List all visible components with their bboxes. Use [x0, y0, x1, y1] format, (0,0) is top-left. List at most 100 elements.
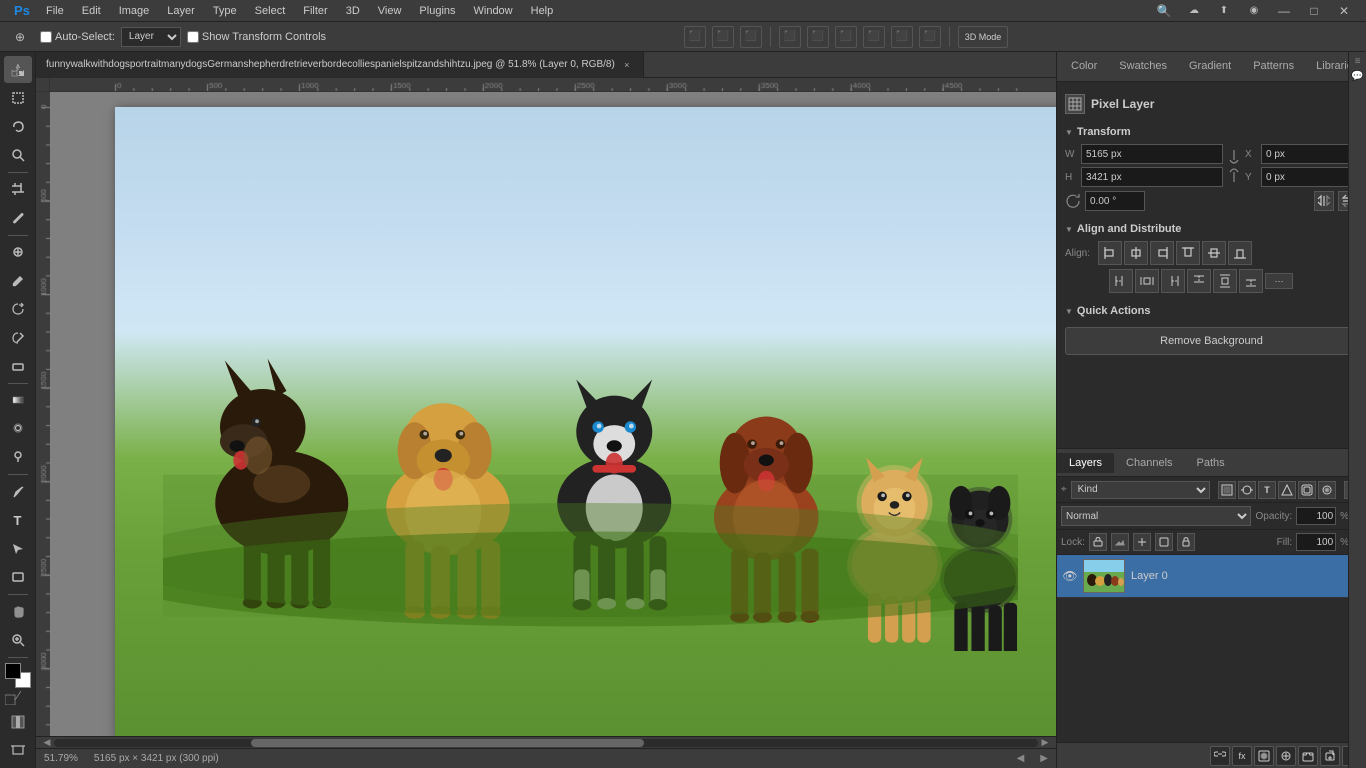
align-bottom-btn[interactable]: ⬛ — [835, 26, 857, 48]
auto-select-select[interactable]: Layer Group — [121, 27, 181, 47]
screen-mode-btn[interactable] — [4, 737, 32, 764]
properties-icon[interactable]: ≡ — [1355, 56, 1361, 67]
eraser-tool[interactable] — [4, 352, 32, 379]
align-header[interactable]: ▼ Align and Distribute — [1065, 223, 1358, 235]
status-arrow-right[interactable]: ▶ — [1040, 753, 1048, 764]
link-layers-btn[interactable] — [1210, 746, 1230, 766]
menu-image[interactable]: Image — [111, 3, 158, 19]
color-swatches[interactable] — [5, 663, 31, 688]
new-fill-btn[interactable] — [1276, 746, 1296, 766]
paths-tab[interactable]: Paths — [1185, 453, 1237, 473]
layer-item[interactable]: 👁 — [1057, 555, 1366, 598]
status-arrow-left[interactable]: ◀ — [1017, 753, 1025, 764]
filter-shape-btn[interactable] — [1278, 481, 1296, 499]
quick-select-tool[interactable] — [4, 141, 32, 168]
kind-select[interactable]: Kind Name Effect Mode Attribute Color Sm… — [1071, 481, 1210, 499]
menu-filter[interactable]: Filter — [295, 3, 335, 19]
menu-window[interactable]: Window — [466, 3, 521, 19]
menu-edit[interactable]: Edit — [74, 3, 109, 19]
fill-input[interactable] — [1296, 533, 1336, 551]
document-tab[interactable]: funnywalkwithdogsportraitmanydogsGermans… — [36, 52, 644, 78]
filter-smart-btn[interactable] — [1298, 481, 1316, 499]
align-top-btn[interactable]: ⬛ — [779, 26, 801, 48]
blend-mode-select[interactable]: Normal Dissolve Multiply Screen Overlay — [1061, 506, 1251, 526]
flip-h-btn[interactable] — [1314, 191, 1334, 211]
crop-tool[interactable] — [4, 176, 32, 203]
menu-3d[interactable]: 3D — [338, 3, 368, 19]
show-transform-checkbox[interactable] — [187, 31, 199, 43]
comment-icon[interactable]: 💬 — [1351, 71, 1363, 82]
tab-gradient[interactable]: Gradient — [1179, 56, 1241, 78]
search-icon[interactable]: 🔍 — [1150, 0, 1178, 25]
dist-left-btn[interactable] — [1109, 269, 1133, 293]
tab-color[interactable]: Color — [1061, 56, 1107, 78]
link-icon[interactable] — [1226, 150, 1242, 182]
channels-tab[interactable]: Channels — [1114, 453, 1184, 473]
user-icon[interactable]: ◉ — [1240, 0, 1268, 25]
new-group-btn[interactable] — [1298, 746, 1318, 766]
shape-tool[interactable] — [4, 563, 32, 590]
scroll-left-arrow[interactable]: ◀ — [40, 737, 54, 749]
share-icon[interactable]: ⬆ — [1210, 0, 1238, 25]
move-tool[interactable] — [4, 56, 32, 83]
type-tool[interactable]: T — [4, 507, 32, 534]
menu-type[interactable]: Type — [205, 3, 245, 19]
lock-artboard-btn[interactable] — [1155, 533, 1173, 551]
new-layer-btn[interactable] — [1320, 746, 1340, 766]
add-mask-btn[interactable] — [1254, 746, 1274, 766]
maximize-icon[interactable]: □ — [1300, 0, 1328, 25]
menu-view[interactable]: View — [370, 3, 410, 19]
lasso-tool[interactable] — [4, 113, 32, 140]
align-left-btn[interactable]: ⬛ — [684, 26, 706, 48]
align-middle-btn[interactable]: ⬛ — [807, 26, 829, 48]
align-right-btn[interactable]: ⬛ — [740, 26, 762, 48]
foreground-color-swatch[interactable] — [5, 663, 21, 679]
align-center-h-btn[interactable] — [1124, 241, 1148, 265]
width-input[interactable] — [1081, 144, 1223, 164]
menu-select[interactable]: Select — [247, 3, 294, 19]
quick-mask-tool[interactable] — [4, 708, 32, 735]
menu-layer[interactable]: Layer — [159, 3, 203, 19]
dist-middle-btn[interactable] — [1213, 269, 1237, 293]
ps-logo[interactable]: Ps — [8, 0, 36, 25]
align-top-btn[interactable] — [1176, 241, 1200, 265]
add-style-btn[interactable]: fx — [1232, 746, 1252, 766]
opacity-input[interactable] — [1296, 507, 1336, 525]
layers-tab[interactable]: Layers — [1057, 453, 1114, 473]
filter-effect-btn[interactable] — [1318, 481, 1336, 499]
filter-type-btn[interactable]: T — [1258, 481, 1276, 499]
filter-adjust-btn[interactable] — [1238, 481, 1256, 499]
healing-tool[interactable] — [4, 239, 32, 266]
dist-bottom-btn[interactable] — [1239, 269, 1263, 293]
scroll-thumb-h[interactable] — [251, 739, 645, 747]
align-middle-btn[interactable] — [1202, 241, 1226, 265]
dist-h-btn[interactable]: ⬛ — [863, 26, 885, 48]
clone-stamp-tool[interactable] — [4, 295, 32, 322]
zoom-tool[interactable] — [4, 626, 32, 653]
height-input[interactable] — [1081, 167, 1223, 187]
hand-tool[interactable] — [4, 598, 32, 625]
lock-all-btn[interactable] — [1177, 533, 1195, 551]
auto-select-checkbox[interactable] — [40, 31, 52, 43]
rotation-input[interactable] — [1085, 191, 1145, 211]
scroll-track-h[interactable] — [54, 739, 1038, 747]
path-select-tool[interactable] — [4, 535, 32, 562]
quick-actions-header[interactable]: ▼ Quick Actions — [1065, 305, 1358, 317]
layer-visibility-toggle[interactable]: 👁 — [1063, 569, 1077, 583]
blur-tool[interactable] — [4, 415, 32, 442]
lock-transparent-btn[interactable] — [1089, 533, 1107, 551]
dist-more-btn[interactable]: ⬛ — [919, 26, 941, 48]
scroll-right-arrow[interactable]: ▶ — [1038, 737, 1052, 749]
menu-help[interactable]: Help — [523, 3, 562, 19]
horizontal-scrollbar[interactable]: ◀ ▶ — [36, 736, 1056, 748]
pen-tool[interactable] — [4, 478, 32, 505]
dist-right-btn[interactable] — [1161, 269, 1185, 293]
menu-file[interactable]: File — [38, 3, 72, 19]
lock-position-btn[interactable] — [1133, 533, 1151, 551]
eyedropper-tool[interactable] — [4, 204, 32, 231]
filter-pixel-btn[interactable] — [1218, 481, 1236, 499]
align-bottom-btn[interactable] — [1228, 241, 1252, 265]
align-right-btn[interactable] — [1150, 241, 1174, 265]
tab-close-btn[interactable]: × — [621, 59, 633, 71]
close-icon[interactable]: ✕ — [1330, 0, 1358, 25]
